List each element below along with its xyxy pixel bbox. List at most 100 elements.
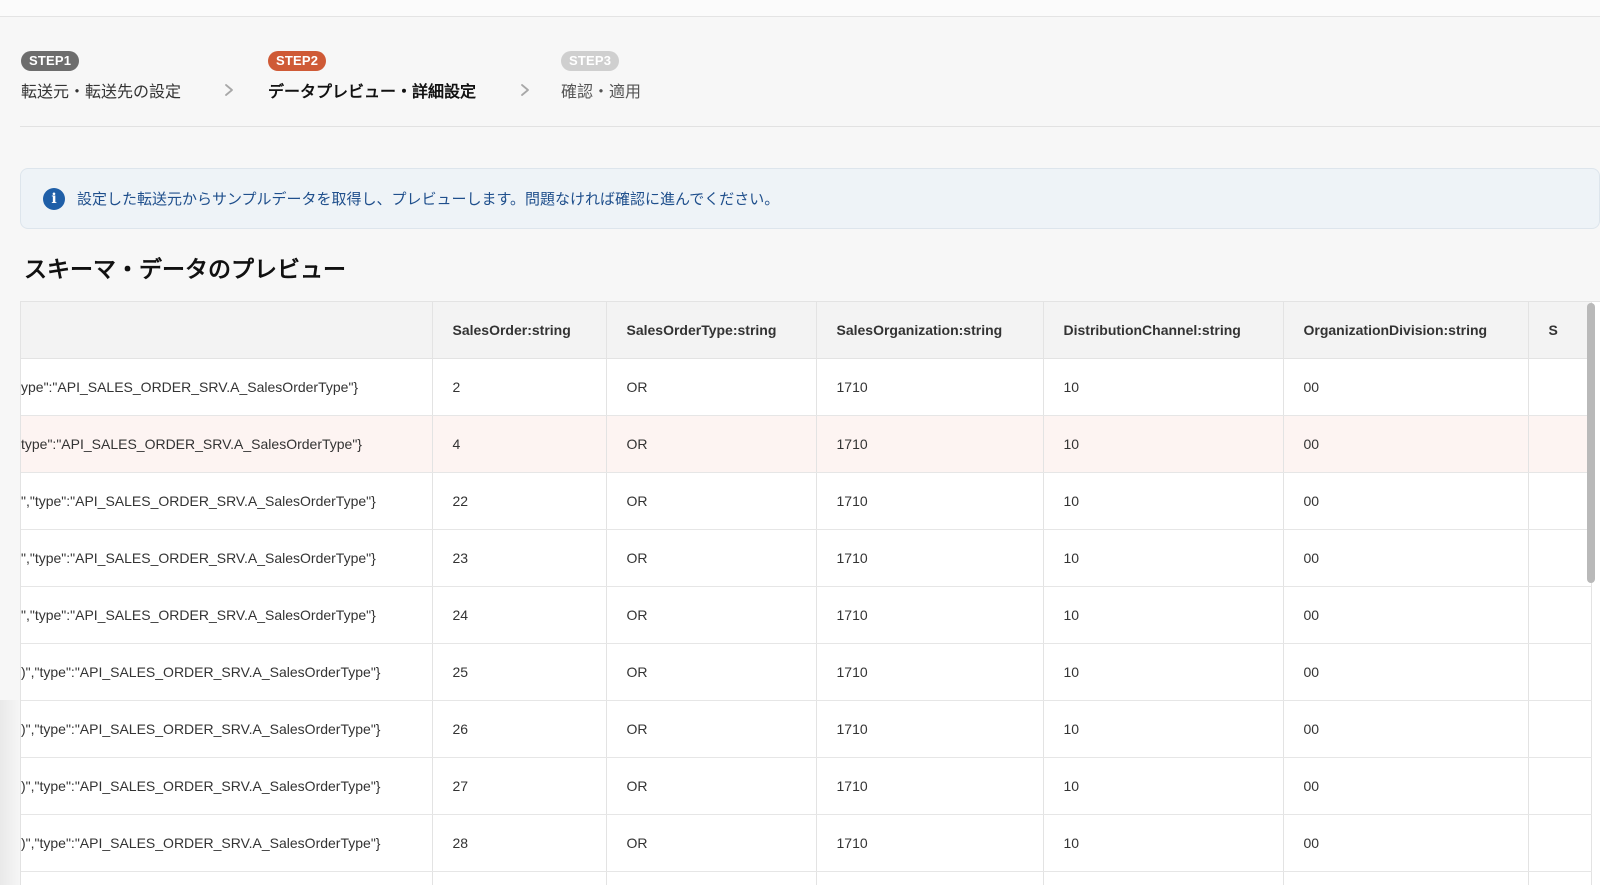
step-2-label: データプレビュー・詳細設定 [268, 82, 477, 101]
table-cell [1528, 757, 1592, 815]
table-cell: ype":"API_SALES_ORDER_SRV.A_SalesOrderTy… [21, 358, 433, 416]
step-1-label: 転送元・転送先の設定 [21, 82, 182, 101]
info-banner: i 設定した転送元からサンプルデータを取得し、プレビューします。問題なければ確認… [20, 168, 1600, 229]
info-icon: i [43, 187, 65, 210]
table-cell: 2 [432, 358, 607, 416]
chevron-right-icon [521, 84, 529, 96]
table-cell-text: )","type":"API_SALES_ORDER_SRV.A_SalesOr… [21, 720, 381, 737]
table-cell [816, 871, 1044, 885]
table-cell: 27 [432, 757, 607, 815]
table-cell: 10 [1043, 415, 1284, 473]
table-cell: 1710 [816, 586, 1044, 644]
step-2[interactable]: STEP2 データプレビュー・詳細設定 [268, 50, 476, 102]
table-row[interactable]: )","type":"API_SALES_ORDER_SRV.A_SalesOr… [21, 757, 1592, 815]
table-cell: OR [606, 358, 817, 416]
table-cell [1528, 871, 1592, 885]
column-header[interactable]: SalesOrderType:string [606, 302, 817, 359]
table-body: ype":"API_SALES_ORDER_SRV.A_SalesOrderTy… [21, 358, 1592, 885]
table-cell: OR [606, 472, 817, 530]
table-cell: 10 [1043, 757, 1284, 815]
preview-table-container[interactable]: SalesOrder:string SalesOrderType:string … [20, 301, 1600, 885]
table-cell: 25 [432, 643, 607, 701]
table-row[interactable]: )","type":"API_SALES_ORDER_SRV.A_SalesOr… [21, 643, 1592, 701]
table-cell: 10 [1043, 814, 1284, 872]
table-cell: 1710 [816, 814, 1044, 872]
column-header[interactable]: OrganizationDivision:string [1283, 302, 1529, 359]
table-cell: ","type":"API_SALES_ORDER_SRV.A_SalesOrd… [21, 472, 433, 530]
scrollbar-thumb[interactable] [1587, 303, 1595, 583]
table-row[interactable]: )","type":"API_SALES_ORDER_SRV.A_SalesOr… [21, 700, 1592, 758]
table-cell-text: ","type":"API_SALES_ORDER_SRV.A_SalesOrd… [21, 606, 376, 623]
table-cell: 24 [432, 586, 607, 644]
table-cell-text: ype":"API_SALES_ORDER_SRV.A_SalesOrderTy… [21, 378, 359, 395]
table-cell [1043, 871, 1284, 885]
table-cell [432, 871, 607, 885]
table-cell: 26 [432, 700, 607, 758]
table-cell-text: )","type":"API_SALES_ORDER_SRV.A_SalesOr… [21, 777, 381, 794]
table-row[interactable]: ype":"API_SALES_ORDER_SRV.A_SalesOrderTy… [21, 358, 1592, 416]
table-row[interactable]: type":"API_SALES_ORDER_SRV.A_SalesOrderT… [21, 415, 1592, 473]
page: STEP1 転送元・転送先の設定 STEP2 データプレビュー・詳細設定 STE… [0, 0, 1600, 885]
table-cell: 00 [1283, 814, 1529, 872]
step-2-badge: STEP2 [268, 51, 327, 71]
table-cell: 10 [1043, 358, 1284, 416]
table-cell: 10 [1043, 586, 1284, 644]
table-cell: OR [606, 415, 817, 473]
table-cell: 00 [1283, 700, 1529, 758]
table-cell: 1710 [816, 472, 1044, 530]
table-cell [21, 871, 433, 885]
table-cell [1528, 700, 1592, 758]
table-cell: 1710 [816, 529, 1044, 587]
top-bar [0, 0, 1600, 17]
table-cell: 4 [432, 415, 607, 473]
table-cell: 00 [1283, 472, 1529, 530]
table-cell-text: )","type":"API_SALES_ORDER_SRV.A_SalesOr… [21, 834, 381, 851]
table-cell: 1710 [816, 700, 1044, 758]
table-cell: ","type":"API_SALES_ORDER_SRV.A_SalesOrd… [21, 529, 433, 587]
table-cell: 00 [1283, 757, 1529, 815]
table-cell: 00 [1283, 415, 1529, 473]
step-3-badge: STEP3 [561, 51, 620, 71]
table-cell [1528, 472, 1592, 530]
table-cell-text: ","type":"API_SALES_ORDER_SRV.A_SalesOrd… [21, 549, 376, 566]
divider [20, 126, 1600, 127]
step-3-label: 確認・適用 [561, 82, 642, 101]
vertical-scrollbar[interactable] [1584, 301, 1598, 885]
table-cell [1528, 643, 1592, 701]
column-header[interactable] [21, 302, 433, 359]
table-cell [1528, 358, 1592, 416]
column-header[interactable]: DistributionChannel:string [1043, 302, 1284, 359]
table-row[interactable]: ","type":"API_SALES_ORDER_SRV.A_SalesOrd… [21, 529, 1592, 587]
table-row[interactable] [21, 871, 1592, 885]
table-cell: 1710 [816, 415, 1044, 473]
column-header[interactable]: S [1528, 302, 1592, 359]
stepper: STEP1 転送元・転送先の設定 STEP2 データプレビュー・詳細設定 STE… [21, 50, 721, 102]
table-cell-text: type":"API_SALES_ORDER_SRV.A_SalesOrderT… [21, 435, 362, 452]
table-cell: type":"API_SALES_ORDER_SRV.A_SalesOrderT… [21, 415, 433, 473]
table-cell: OR [606, 814, 817, 872]
table-cell [1528, 415, 1592, 473]
table-cell: OR [606, 757, 817, 815]
table-row[interactable]: )","type":"API_SALES_ORDER_SRV.A_SalesOr… [21, 814, 1592, 872]
table-cell: 10 [1043, 472, 1284, 530]
table-cell: 00 [1283, 358, 1529, 416]
table-cell [1528, 529, 1592, 587]
table-cell: )","type":"API_SALES_ORDER_SRV.A_SalesOr… [21, 643, 433, 701]
column-header[interactable]: SalesOrder:string [432, 302, 607, 359]
table-row[interactable]: ","type":"API_SALES_ORDER_SRV.A_SalesOrd… [21, 472, 1592, 530]
column-header[interactable]: SalesOrganization:string [816, 302, 1044, 359]
table-cell: OR [606, 643, 817, 701]
table-cell: )","type":"API_SALES_ORDER_SRV.A_SalesOr… [21, 700, 433, 758]
table-cell: 10 [1043, 643, 1284, 701]
table-cell: 10 [1043, 700, 1284, 758]
section-title: スキーマ・データのプレビュー [24, 257, 346, 283]
table-cell: OR [606, 586, 817, 644]
table-cell: 22 [432, 472, 607, 530]
step-3[interactable]: STEP3 確認・適用 [561, 50, 641, 102]
table-cell: 23 [432, 529, 607, 587]
table-row[interactable]: ","type":"API_SALES_ORDER_SRV.A_SalesOrd… [21, 586, 1592, 644]
table-cell-text: )","type":"API_SALES_ORDER_SRV.A_SalesOr… [21, 663, 381, 680]
table-cell [1528, 586, 1592, 644]
info-banner-text: 設定した転送元からサンプルデータを取得し、プレビューします。問題なければ確認に進… [77, 190, 780, 208]
step-1[interactable]: STEP1 転送元・転送先の設定 [21, 50, 181, 102]
